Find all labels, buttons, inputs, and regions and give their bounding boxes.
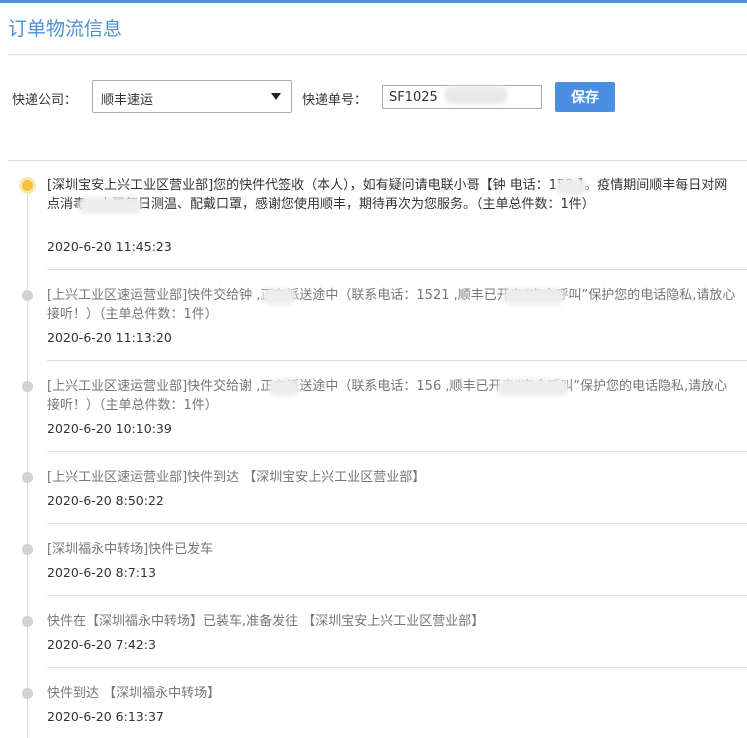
logistics-form: 快递公司： 顺丰速运 快递单号： 保存 xyxy=(12,80,742,113)
timeline-dot xyxy=(22,472,33,483)
event-divider xyxy=(47,451,747,452)
event-time: 2020-6-20 11:13:20 xyxy=(47,330,172,345)
title-divider xyxy=(8,54,747,55)
event-description: [上兴工业区速运营业部]快件交给谢 ,正在派送途中（联系电话：156 ,顺丰已开… xyxy=(47,379,728,413)
save-button[interactable]: 保存 xyxy=(555,82,615,112)
timeline-dot-latest xyxy=(22,180,33,191)
redacted-mask xyxy=(503,288,565,305)
event-description: [上兴工业区速运营业部]快件到达 【深圳宝安上兴工业区营业部】 xyxy=(47,470,426,485)
event-time: 2020-6-20 8:50:22 xyxy=(47,493,164,508)
timeline-dot xyxy=(22,616,33,627)
event-divider xyxy=(47,667,747,668)
timeline-dot xyxy=(22,544,33,555)
event-time: 2020-6-20 7:42:3 xyxy=(47,637,156,652)
event-divider xyxy=(47,595,747,596)
redacted-mask xyxy=(78,197,142,214)
event-divider xyxy=(47,360,747,361)
event-time: 2020-6-20 8:7:13 xyxy=(47,565,156,580)
redacted-mask xyxy=(262,288,296,305)
event-description: [上兴工业区速运营业部]快件交给钟 ,正在派送途中（联系电话：1521 ,顺丰已… xyxy=(47,288,736,322)
timeline-axis xyxy=(27,178,28,738)
event-divider xyxy=(47,269,747,270)
redacted-mask xyxy=(444,86,508,104)
timeline-dot xyxy=(22,381,33,392)
company-select[interactable]: 顺丰速运 xyxy=(92,80,292,113)
company-label: 快递公司： xyxy=(12,93,78,108)
timeline-dot xyxy=(22,688,33,699)
event-description: 快件在【深圳福永中转场】已装车,准备发往 【深圳宝安上兴工业区营业部】 xyxy=(47,614,485,629)
event-description: [深圳宝安上兴工业区营业部]您的快件代签收（本人），如有疑问请电联小哥【钟 电话… xyxy=(47,178,728,212)
form-divider xyxy=(8,160,747,161)
top-accent-bar xyxy=(0,0,747,3)
page-title: 订单物流信息 xyxy=(8,18,123,40)
event-divider xyxy=(47,523,747,524)
event-time: 2020-6-20 6:13:37 xyxy=(47,709,164,724)
event-description: 快件到达 【深圳福永中转场】 xyxy=(47,686,221,701)
event-description: [深圳福永中转场]快件已发车 xyxy=(47,542,214,557)
redacted-mask xyxy=(555,178,587,195)
event-time: 2020-6-20 10:10:39 xyxy=(47,421,172,436)
redacted-mask xyxy=(497,379,569,396)
tracking-label: 快递单号： xyxy=(302,93,368,108)
event-time: 2020-6-20 11:45:23 xyxy=(47,239,172,254)
redacted-mask xyxy=(268,379,300,396)
timeline-dot xyxy=(22,290,33,301)
company-select-value: 顺丰速运 xyxy=(101,93,154,108)
dropdown-arrow-icon xyxy=(271,93,281,100)
